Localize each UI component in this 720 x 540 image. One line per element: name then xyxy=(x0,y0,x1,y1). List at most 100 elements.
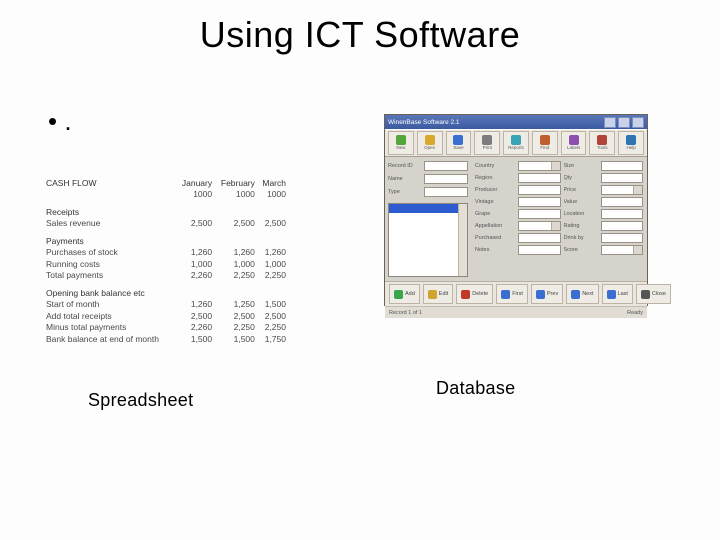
next-button[interactable]: Next xyxy=(566,284,598,304)
delete-button[interactable]: Delete xyxy=(456,284,493,304)
toolbar-button-label: Find xyxy=(540,146,549,151)
close-button[interactable]: Close xyxy=(636,284,671,304)
bullet-item: • . xyxy=(48,106,72,137)
toolbar-tools-button[interactable]: Tools xyxy=(589,131,615,155)
scrollbar[interactable] xyxy=(458,204,467,276)
toolbar-find-button[interactable]: Find xyxy=(532,131,558,155)
form-input[interactable] xyxy=(518,233,561,243)
form-label: Value xyxy=(564,199,598,205)
button-label: Next xyxy=(582,291,593,297)
form-input[interactable] xyxy=(518,221,561,231)
edit-icon xyxy=(428,290,437,299)
maximize-button[interactable] xyxy=(618,117,630,128)
form-input[interactable] xyxy=(601,233,644,243)
form-input[interactable] xyxy=(518,197,561,207)
button-label: Prev xyxy=(547,291,558,297)
toolbar-button-label: Open xyxy=(424,146,435,151)
prev-button[interactable]: Prev xyxy=(531,284,563,304)
prev-icon xyxy=(536,290,545,299)
caption-spreadsheet: Spreadsheet xyxy=(88,390,193,411)
form-input[interactable] xyxy=(518,245,561,255)
form-label: Notes xyxy=(475,247,515,253)
caption-database: Database xyxy=(436,378,515,399)
spreadsheet-figure: CASH FLOWJanuaryFebruaryMarch10001000100… xyxy=(44,178,288,345)
toolbar-open-button[interactable]: Open xyxy=(417,131,443,155)
database-app-window: WinenBase Software 2.1 New Open Save Print R… xyxy=(384,114,648,306)
button-label: Last xyxy=(618,291,628,297)
form-input[interactable] xyxy=(601,245,644,255)
action-bar: AddEditDeleteFirstPrevNextLastClose xyxy=(385,281,647,306)
edit-button[interactable]: Edit xyxy=(423,284,453,304)
form-input[interactable] xyxy=(601,185,644,195)
form-input[interactable] xyxy=(601,173,644,183)
help-icon xyxy=(626,135,636,145)
reports-icon xyxy=(511,135,521,145)
form-label: Country xyxy=(475,163,515,169)
open-icon xyxy=(425,135,435,145)
form-label: Rating xyxy=(564,223,598,229)
form-input[interactable] xyxy=(518,209,561,219)
form-label: Producer xyxy=(475,187,515,193)
search-field: Type xyxy=(388,187,468,197)
last-icon xyxy=(607,290,616,299)
selected-record-row[interactable] xyxy=(389,204,458,213)
field-label: Record ID xyxy=(388,163,422,169)
next-icon xyxy=(571,290,580,299)
minimize-button[interactable] xyxy=(604,117,616,128)
form-label: Size xyxy=(564,163,598,169)
main-toolbar: New Open Save Print Reports Find Labels Tools He… xyxy=(385,129,647,157)
record-list-panel: Record IDNameType xyxy=(385,157,471,281)
form-label: Qty xyxy=(564,175,598,181)
status-bar: Record 1 of 1 Ready xyxy=(385,306,647,318)
toolbar-button-label: Tools xyxy=(597,146,608,151)
button-label: First xyxy=(512,291,523,297)
add-button[interactable]: Add xyxy=(389,284,420,304)
toolbar-button-label: Help xyxy=(627,146,636,151)
field-label: Type xyxy=(388,189,422,195)
close-window-button[interactable] xyxy=(632,117,644,128)
field-input[interactable] xyxy=(424,187,468,197)
form-label: Purchased xyxy=(475,235,515,241)
close-icon xyxy=(641,290,650,299)
first-icon xyxy=(501,290,510,299)
toolbar-button-label: Labels xyxy=(567,146,580,151)
toolbar-button-label: Print xyxy=(483,146,492,151)
form-input[interactable] xyxy=(518,161,561,171)
find-icon xyxy=(540,135,550,145)
first-button[interactable]: First xyxy=(496,284,528,304)
window-controls xyxy=(604,117,644,128)
slide: Using ICT Software • . CASH FLOWJanuaryF… xyxy=(0,0,720,540)
form-input[interactable] xyxy=(518,185,561,195)
status-state: Ready xyxy=(627,310,643,316)
add-icon xyxy=(394,290,403,299)
button-label: Close xyxy=(652,291,666,297)
toolbar-help-button[interactable]: Help xyxy=(618,131,644,155)
form-label: Appellation xyxy=(475,223,515,229)
toolbar-print-button[interactable]: Print xyxy=(474,131,500,155)
search-field: Record ID xyxy=(388,161,468,171)
labels-icon xyxy=(569,135,579,145)
form-label: Grape xyxy=(475,211,515,217)
toolbar-button-label: Save xyxy=(453,146,463,151)
field-input[interactable] xyxy=(424,161,468,171)
form-input[interactable] xyxy=(601,197,644,207)
form-label: Score xyxy=(564,247,598,253)
form-input[interactable] xyxy=(518,173,561,183)
field-input[interactable] xyxy=(424,174,468,184)
toolbar-reports-button[interactable]: Reports xyxy=(503,131,529,155)
tools-icon xyxy=(597,135,607,145)
button-label: Delete xyxy=(472,291,488,297)
toolbar-new-button[interactable]: New xyxy=(388,131,414,155)
form-label: Region xyxy=(475,175,515,181)
form-input[interactable] xyxy=(601,209,644,219)
bullet-text: . xyxy=(64,106,71,136)
form-input[interactable] xyxy=(601,221,644,231)
save-icon xyxy=(453,135,463,145)
toolbar-labels-button[interactable]: Labels xyxy=(561,131,587,155)
form-input[interactable] xyxy=(601,161,644,171)
window-title: WinenBase Software 2.1 xyxy=(388,119,460,126)
record-listbox[interactable] xyxy=(388,203,468,277)
toolbar-save-button[interactable]: Save xyxy=(446,131,472,155)
print-icon xyxy=(482,135,492,145)
last-button[interactable]: Last xyxy=(602,284,633,304)
